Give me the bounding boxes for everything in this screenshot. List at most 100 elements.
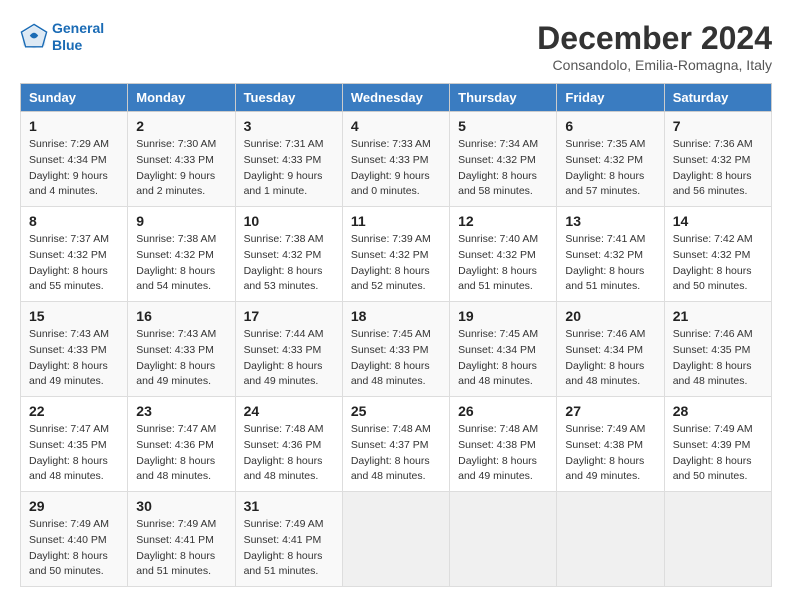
- day-info: Sunrise: 7:40 AM Sunset: 4:32 PM Dayligh…: [458, 232, 548, 295]
- logo: General Blue: [20, 20, 104, 54]
- day-number: 18: [351, 308, 441, 324]
- day-info: Sunrise: 7:30 AM Sunset: 4:33 PM Dayligh…: [136, 137, 226, 200]
- day-number: 9: [136, 213, 226, 229]
- day-info: Sunrise: 7:37 AM Sunset: 4:32 PM Dayligh…: [29, 232, 119, 295]
- day-number: 17: [244, 308, 334, 324]
- day-header-friday: Friday: [557, 84, 664, 112]
- day-info: Sunrise: 7:43 AM Sunset: 4:33 PM Dayligh…: [29, 327, 119, 390]
- day-number: 21: [673, 308, 763, 324]
- day-number: 16: [136, 308, 226, 324]
- day-info: Sunrise: 7:42 AM Sunset: 4:32 PM Dayligh…: [673, 232, 763, 295]
- day-info: Sunrise: 7:33 AM Sunset: 4:33 PM Dayligh…: [351, 137, 441, 200]
- logo-line2: Blue: [52, 37, 82, 53]
- calendar-cell: 8 Sunrise: 7:37 AM Sunset: 4:32 PM Dayli…: [21, 207, 128, 302]
- calendar-cell: 12 Sunrise: 7:40 AM Sunset: 4:32 PM Dayl…: [450, 207, 557, 302]
- logo-icon: [20, 23, 48, 51]
- day-info: Sunrise: 7:41 AM Sunset: 4:32 PM Dayligh…: [565, 232, 655, 295]
- day-info: Sunrise: 7:35 AM Sunset: 4:32 PM Dayligh…: [565, 137, 655, 200]
- calendar-cell: 15 Sunrise: 7:43 AM Sunset: 4:33 PM Dayl…: [21, 302, 128, 397]
- month-title: December 2024: [537, 20, 772, 57]
- day-info: Sunrise: 7:49 AM Sunset: 4:40 PM Dayligh…: [29, 517, 119, 580]
- calendar-week-3: 15 Sunrise: 7:43 AM Sunset: 4:33 PM Dayl…: [21, 302, 772, 397]
- day-info: Sunrise: 7:43 AM Sunset: 4:33 PM Dayligh…: [136, 327, 226, 390]
- day-number: 2: [136, 118, 226, 134]
- calendar-cell: 14 Sunrise: 7:42 AM Sunset: 4:32 PM Dayl…: [664, 207, 771, 302]
- day-info: Sunrise: 7:38 AM Sunset: 4:32 PM Dayligh…: [136, 232, 226, 295]
- calendar-cell: 16 Sunrise: 7:43 AM Sunset: 4:33 PM Dayl…: [128, 302, 235, 397]
- day-header-monday: Monday: [128, 84, 235, 112]
- day-info: Sunrise: 7:49 AM Sunset: 4:39 PM Dayligh…: [673, 422, 763, 485]
- day-header-wednesday: Wednesday: [342, 84, 449, 112]
- calendar-cell: 11 Sunrise: 7:39 AM Sunset: 4:32 PM Dayl…: [342, 207, 449, 302]
- day-number: 8: [29, 213, 119, 229]
- day-number: 29: [29, 498, 119, 514]
- day-info: Sunrise: 7:38 AM Sunset: 4:32 PM Dayligh…: [244, 232, 334, 295]
- calendar-cell: 30 Sunrise: 7:49 AM Sunset: 4:41 PM Dayl…: [128, 492, 235, 587]
- calendar-cell: 13 Sunrise: 7:41 AM Sunset: 4:32 PM Dayl…: [557, 207, 664, 302]
- day-info: Sunrise: 7:49 AM Sunset: 4:41 PM Dayligh…: [244, 517, 334, 580]
- day-number: 5: [458, 118, 548, 134]
- calendar-table: SundayMondayTuesdayWednesdayThursdayFrid…: [20, 83, 772, 587]
- calendar-week-1: 1 Sunrise: 7:29 AM Sunset: 4:34 PM Dayli…: [21, 112, 772, 207]
- calendar-cell: 4 Sunrise: 7:33 AM Sunset: 4:33 PM Dayli…: [342, 112, 449, 207]
- day-info: Sunrise: 7:47 AM Sunset: 4:35 PM Dayligh…: [29, 422, 119, 485]
- page-header: General Blue December 2024 Consandolo, E…: [20, 20, 772, 73]
- day-header-saturday: Saturday: [664, 84, 771, 112]
- day-number: 3: [244, 118, 334, 134]
- calendar-cell: 2 Sunrise: 7:30 AM Sunset: 4:33 PM Dayli…: [128, 112, 235, 207]
- day-info: Sunrise: 7:34 AM Sunset: 4:32 PM Dayligh…: [458, 137, 548, 200]
- day-info: Sunrise: 7:44 AM Sunset: 4:33 PM Dayligh…: [244, 327, 334, 390]
- day-number: 24: [244, 403, 334, 419]
- day-number: 1: [29, 118, 119, 134]
- calendar-cell: 29 Sunrise: 7:49 AM Sunset: 4:40 PM Dayl…: [21, 492, 128, 587]
- location-subtitle: Consandolo, Emilia-Romagna, Italy: [537, 57, 772, 73]
- calendar-cell: 27 Sunrise: 7:49 AM Sunset: 4:38 PM Dayl…: [557, 397, 664, 492]
- calendar-cell: 31 Sunrise: 7:49 AM Sunset: 4:41 PM Dayl…: [235, 492, 342, 587]
- day-number: 25: [351, 403, 441, 419]
- calendar-cell: 9 Sunrise: 7:38 AM Sunset: 4:32 PM Dayli…: [128, 207, 235, 302]
- calendar-cell: 28 Sunrise: 7:49 AM Sunset: 4:39 PM Dayl…: [664, 397, 771, 492]
- day-number: 14: [673, 213, 763, 229]
- day-number: 11: [351, 213, 441, 229]
- logo-line1: General: [52, 20, 104, 36]
- day-info: Sunrise: 7:48 AM Sunset: 4:38 PM Dayligh…: [458, 422, 548, 485]
- calendar-week-4: 22 Sunrise: 7:47 AM Sunset: 4:35 PM Dayl…: [21, 397, 772, 492]
- calendar-cell: [557, 492, 664, 587]
- calendar-cell: 20 Sunrise: 7:46 AM Sunset: 4:34 PM Dayl…: [557, 302, 664, 397]
- day-header-sunday: Sunday: [21, 84, 128, 112]
- calendar-cell: 19 Sunrise: 7:45 AM Sunset: 4:34 PM Dayl…: [450, 302, 557, 397]
- calendar-cell: 3 Sunrise: 7:31 AM Sunset: 4:33 PM Dayli…: [235, 112, 342, 207]
- day-info: Sunrise: 7:49 AM Sunset: 4:38 PM Dayligh…: [565, 422, 655, 485]
- calendar-cell: 21 Sunrise: 7:46 AM Sunset: 4:35 PM Dayl…: [664, 302, 771, 397]
- calendar-cell: 17 Sunrise: 7:44 AM Sunset: 4:33 PM Dayl…: [235, 302, 342, 397]
- day-info: Sunrise: 7:45 AM Sunset: 4:33 PM Dayligh…: [351, 327, 441, 390]
- day-info: Sunrise: 7:46 AM Sunset: 4:34 PM Dayligh…: [565, 327, 655, 390]
- day-number: 7: [673, 118, 763, 134]
- day-info: Sunrise: 7:45 AM Sunset: 4:34 PM Dayligh…: [458, 327, 548, 390]
- day-number: 20: [565, 308, 655, 324]
- day-info: Sunrise: 7:46 AM Sunset: 4:35 PM Dayligh…: [673, 327, 763, 390]
- calendar-cell: 1 Sunrise: 7:29 AM Sunset: 4:34 PM Dayli…: [21, 112, 128, 207]
- day-number: 31: [244, 498, 334, 514]
- day-number: 4: [351, 118, 441, 134]
- calendar-cell: 22 Sunrise: 7:47 AM Sunset: 4:35 PM Dayl…: [21, 397, 128, 492]
- day-info: Sunrise: 7:31 AM Sunset: 4:33 PM Dayligh…: [244, 137, 334, 200]
- day-number: 22: [29, 403, 119, 419]
- day-info: Sunrise: 7:49 AM Sunset: 4:41 PM Dayligh…: [136, 517, 226, 580]
- calendar-cell: 25 Sunrise: 7:48 AM Sunset: 4:37 PM Dayl…: [342, 397, 449, 492]
- day-header-thursday: Thursday: [450, 84, 557, 112]
- calendar-cell: 26 Sunrise: 7:48 AM Sunset: 4:38 PM Dayl…: [450, 397, 557, 492]
- day-info: Sunrise: 7:29 AM Sunset: 4:34 PM Dayligh…: [29, 137, 119, 200]
- calendar-cell: 7 Sunrise: 7:36 AM Sunset: 4:32 PM Dayli…: [664, 112, 771, 207]
- day-header-tuesday: Tuesday: [235, 84, 342, 112]
- calendar-cell: [342, 492, 449, 587]
- day-info: Sunrise: 7:48 AM Sunset: 4:37 PM Dayligh…: [351, 422, 441, 485]
- day-number: 30: [136, 498, 226, 514]
- title-block: December 2024 Consandolo, Emilia-Romagna…: [537, 20, 772, 73]
- calendar-cell: 10 Sunrise: 7:38 AM Sunset: 4:32 PM Dayl…: [235, 207, 342, 302]
- day-info: Sunrise: 7:36 AM Sunset: 4:32 PM Dayligh…: [673, 137, 763, 200]
- calendar-cell: 5 Sunrise: 7:34 AM Sunset: 4:32 PM Dayli…: [450, 112, 557, 207]
- day-number: 6: [565, 118, 655, 134]
- day-number: 19: [458, 308, 548, 324]
- calendar-cell: 6 Sunrise: 7:35 AM Sunset: 4:32 PM Dayli…: [557, 112, 664, 207]
